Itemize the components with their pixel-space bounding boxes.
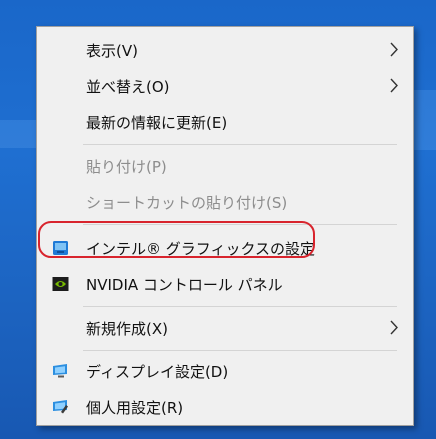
menu-separator — [83, 306, 397, 307]
menu-separator — [83, 144, 397, 145]
menu-item-label: 表示(V) — [86, 41, 138, 60]
menu-item-label: 並べ替え(O) — [86, 77, 170, 96]
chevron-right-icon — [390, 78, 398, 93]
menu-item-personalize[interactable]: 個人用設定(R) — [37, 389, 413, 425]
menu-item-view[interactable]: 表示(V) — [37, 32, 413, 68]
menu-separator — [83, 350, 397, 351]
menu-item-paste: 貼り付け(P) — [37, 148, 413, 184]
menu-item-sort-by[interactable]: 並べ替え(O) — [37, 68, 413, 104]
menu-item-new[interactable]: 新規作成(X) — [37, 310, 413, 346]
menu-item-label: 最新の情報に更新(E) — [86, 113, 228, 132]
menu-item-label: ショートカットの貼り付け(S) — [86, 193, 288, 212]
menu-item-label: 新規作成(X) — [86, 319, 168, 338]
menu-item-refresh[interactable]: 最新の情報に更新(E) — [37, 104, 413, 140]
nvidia-icon — [52, 277, 69, 291]
menu-item-display-settings[interactable]: ディスプレイ設定(D) — [37, 353, 413, 389]
menu-item-paste-shortcut: ショートカットの貼り付け(S) — [37, 184, 413, 220]
intel-graphics-icon — [53, 241, 68, 255]
menu-item-label: ディスプレイ設定(D) — [86, 362, 229, 381]
menu-item-label: インテル® グラフィックスの設定 — [86, 239, 316, 258]
menu-item-nvidia-control-panel[interactable]: NVIDIA コントロール パネル — [37, 266, 413, 302]
display-settings-icon — [53, 364, 67, 378]
menu-item-label: NVIDIA コントロール パネル — [86, 275, 283, 294]
personalize-icon — [53, 400, 68, 414]
menu-separator — [83, 224, 397, 225]
wallpaper-streak — [0, 120, 36, 148]
menu-item-intel-graphics-settings[interactable]: インテル® グラフィックスの設定 — [37, 230, 413, 266]
wallpaper-streak — [414, 90, 436, 150]
chevron-right-icon — [390, 42, 398, 57]
desktop-context-menu: 表示(V) 並べ替え(O) 最新の情報に更新(E) 貼り付け(P) ショートカッ… — [36, 26, 414, 426]
chevron-right-icon — [390, 320, 398, 335]
menu-item-label: 貼り付け(P) — [86, 157, 167, 176]
menu-item-label: 個人用設定(R) — [86, 398, 184, 417]
